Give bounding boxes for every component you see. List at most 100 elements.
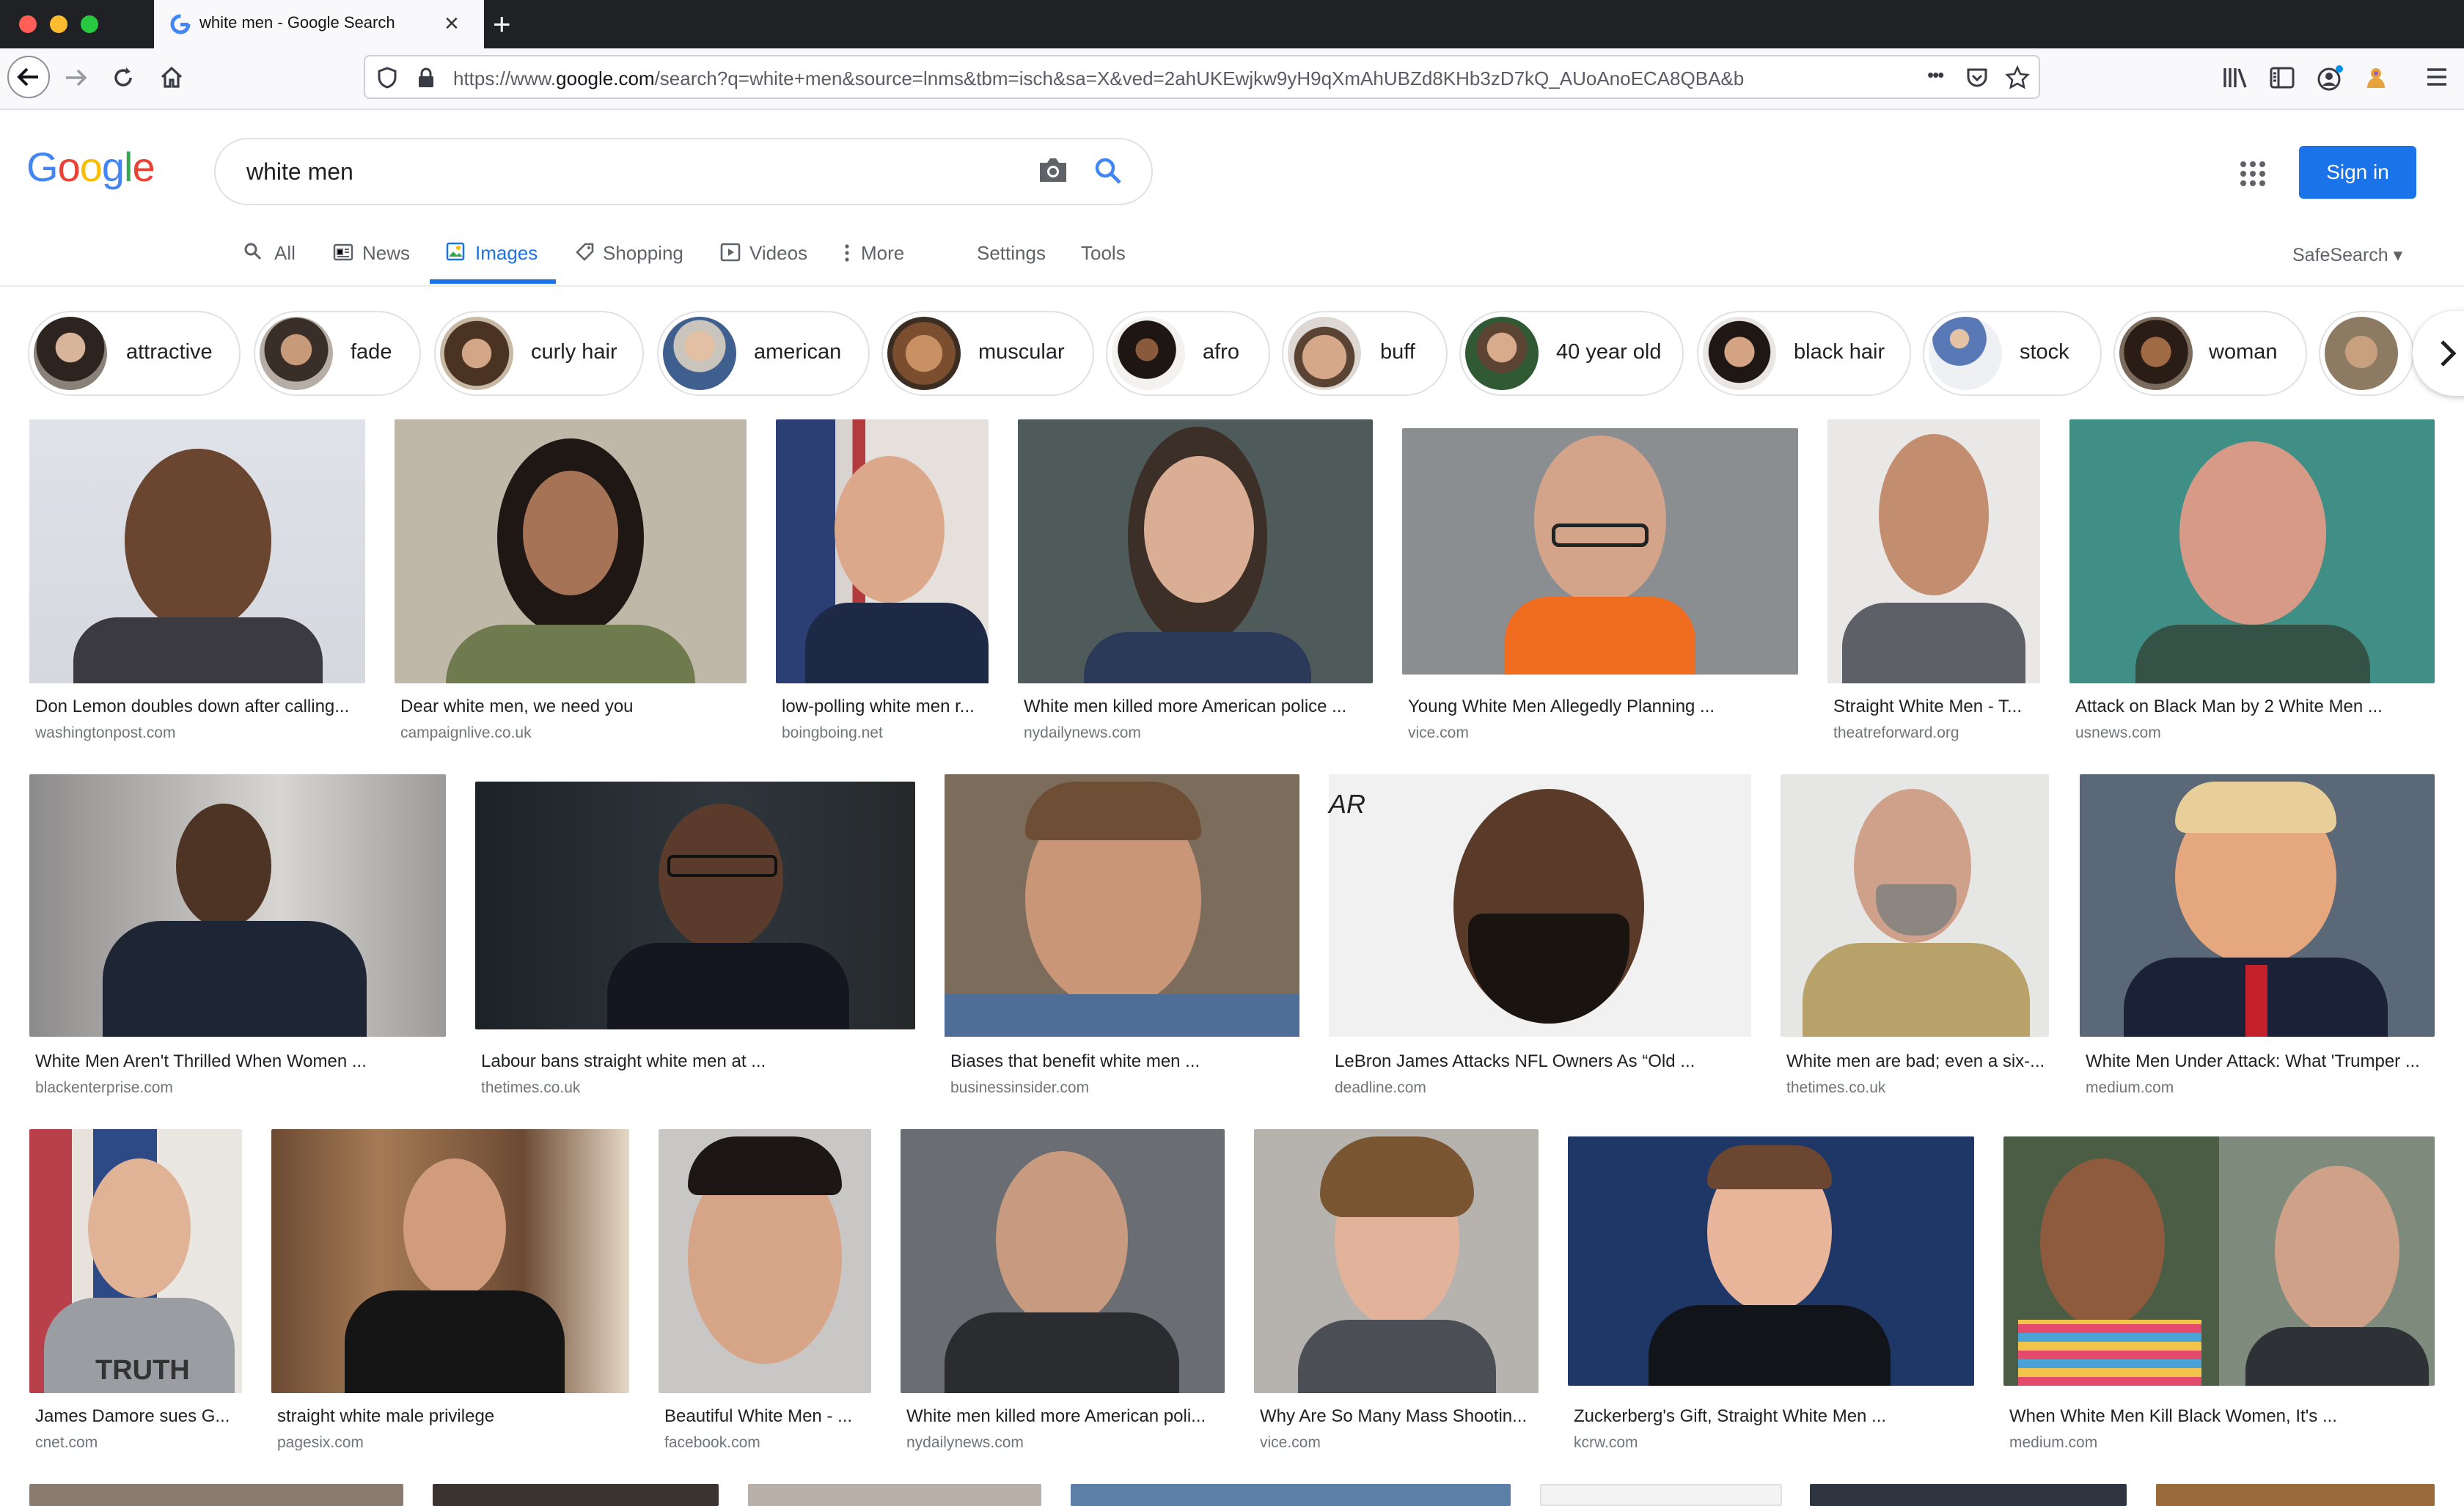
result-image[interactable]	[1071, 1484, 1511, 1506]
result-image[interactable]	[433, 1484, 719, 1506]
home-icon[interactable]	[158, 65, 185, 91]
close-window-button[interactable]	[19, 15, 37, 33]
new-tab-icon[interactable]: +	[493, 6, 511, 43]
chip-stock[interactable]: stock	[1923, 311, 2102, 396]
tab-shopping[interactable]: Shopping	[603, 242, 683, 265]
camera-icon[interactable]	[1037, 155, 1069, 185]
url-text[interactable]: https://www.google.com/search?q=white+me…	[453, 67, 1891, 90]
chip-attractive[interactable]: attractive	[28, 311, 241, 396]
search-query[interactable]: white men	[246, 158, 353, 186]
chip-40-year-old[interactable]: 40 year old	[1459, 311, 1684, 396]
result-caption[interactable]: Dear white men, we need you	[400, 697, 745, 717]
result-caption[interactable]: Don Lemon doubles down after calling...	[35, 697, 365, 717]
result-image[interactable]: TRUTH	[29, 1129, 242, 1393]
chip-fade[interactable]: fade	[254, 311, 421, 396]
settings-link[interactable]: Settings	[977, 242, 1046, 265]
minimize-window-button[interactable]	[50, 15, 67, 33]
chips-next-button[interactable]	[2413, 311, 2464, 396]
tab-more[interactable]: More	[861, 242, 904, 265]
result-image[interactable]	[776, 419, 989, 683]
result-image[interactable]	[1540, 1484, 1782, 1506]
result-image[interactable]	[945, 774, 1299, 1037]
result-caption[interactable]: White men killed more American poli...	[906, 1406, 1222, 1427]
result-caption[interactable]: Beautiful White Men - ...	[664, 1406, 870, 1427]
tools-link[interactable]: Tools	[1081, 242, 1126, 265]
result-caption[interactable]: LeBron James Attacks NFL Owners As “Old …	[1335, 1051, 1745, 1072]
extension-icon[interactable]	[2363, 65, 2389, 91]
google-logo[interactable]: Google	[26, 143, 155, 191]
pocket-icon[interactable]	[1965, 67, 1989, 89]
maximize-window-button[interactable]	[81, 15, 98, 33]
chip-partial[interactable]	[2319, 311, 2414, 396]
result-image[interactable]	[1810, 1484, 2127, 1506]
browser-tab[interactable]: white men - Google Search ×	[154, 0, 484, 48]
result-caption[interactable]: straight white male privilege	[277, 1406, 622, 1427]
account-icon[interactable]	[2316, 63, 2345, 92]
tab-images[interactable]: Images	[475, 242, 538, 265]
result-caption[interactable]: White men are bad; even a six-...	[1786, 1051, 2047, 1072]
back-icon[interactable]	[6, 54, 51, 100]
safesearch-dropdown[interactable]: SafeSearch ▾	[2292, 244, 2402, 266]
result-caption[interactable]: Labour bans straight white men at ...	[481, 1051, 914, 1072]
library-icon[interactable]	[2222, 65, 2248, 90]
chip-american[interactable]: american	[657, 311, 870, 396]
result-caption[interactable]: Straight White Men - T...	[1833, 697, 2039, 717]
page-actions-icon[interactable]: •••	[1927, 64, 1944, 87]
sign-in-button[interactable]: Sign in	[2299, 146, 2416, 199]
chip-thumbnail	[1112, 317, 1185, 390]
search-icon[interactable]	[1093, 155, 1123, 186]
result-image[interactable]	[29, 1484, 403, 1506]
result-caption[interactable]: Biases that benefit white men ...	[950, 1051, 1295, 1072]
result-caption[interactable]: low-polling white men r...	[782, 697, 987, 717]
forward-icon[interactable]	[63, 65, 89, 91]
chip-buff[interactable]: buff	[1282, 311, 1448, 396]
result-image[interactable]	[395, 419, 747, 683]
library-icon[interactable]	[1489, 65, 1515, 90]
result-image[interactable]	[1018, 419, 1373, 683]
result-image[interactable]	[475, 782, 915, 1029]
chip-black-hair[interactable]: black hair	[1697, 311, 1911, 396]
tab-close-icon[interactable]: ×	[444, 7, 459, 40]
result-image[interactable]	[2156, 1484, 2435, 1506]
chip-afro[interactable]: afro	[1106, 311, 1270, 396]
result-image[interactable]	[1402, 428, 1798, 675]
tab-news[interactable]: News	[362, 242, 410, 265]
chip-muscular[interactable]: muscular	[881, 311, 1094, 396]
result-caption[interactable]: When White Men Kill Black Women, It's ..…	[2009, 1406, 2435, 1427]
tracking-shield-icon[interactable]	[377, 67, 397, 89]
tab-all[interactable]: All	[274, 242, 296, 265]
result-image[interactable]	[1827, 419, 2040, 683]
chip-woman[interactable]: woman	[2113, 311, 2307, 396]
menu-icon[interactable]	[2424, 66, 2449, 88]
tab-videos[interactable]: Videos	[749, 242, 807, 265]
result-image[interactable]	[1781, 774, 2049, 1037]
result-caption[interactable]: Why Are So Many Mass Shootin...	[1260, 1406, 1539, 1427]
result-caption[interactable]: White Men Under Attack: What 'Trumper ..…	[2086, 1051, 2435, 1072]
result-caption[interactable]: White Men Aren't Thrilled When Women ...	[35, 1051, 446, 1072]
bookmark-star-icon[interactable]	[2005, 65, 2030, 90]
result-image[interactable]: AR	[1329, 774, 1751, 1037]
lock-icon[interactable]	[417, 67, 436, 89]
result-image[interactable]	[748, 1484, 1041, 1506]
result-caption[interactable]: Zuckerberg's Gift, Straight White Men ..…	[1574, 1406, 1970, 1427]
result-image[interactable]	[29, 774, 446, 1037]
result-caption[interactable]: White men killed more American police ..…	[1024, 697, 1368, 717]
result-image[interactable]	[29, 419, 365, 683]
result-image[interactable]	[2003, 1136, 2435, 1386]
search-input[interactable]: white men	[214, 138, 1153, 205]
result-image[interactable]	[901, 1129, 1225, 1393]
result-image[interactable]	[271, 1129, 629, 1393]
result-image[interactable]	[1254, 1129, 1539, 1393]
result-caption[interactable]: Young White Men Allegedly Planning ...	[1408, 697, 1797, 717]
result-image[interactable]	[2080, 774, 2435, 1037]
chip-curly-hair[interactable]: curly hair	[434, 311, 644, 396]
sidebar-icon[interactable]	[2269, 66, 2295, 89]
result-image[interactable]	[659, 1129, 871, 1393]
apps-grid-icon[interactable]	[2240, 161, 2266, 187]
reload-icon[interactable]	[110, 65, 136, 91]
result-image[interactable]	[1568, 1136, 1974, 1386]
url-bar[interactable]: https://www.google.com/search?q=white+me…	[364, 55, 2040, 99]
result-caption[interactable]: James Damore sues G...	[35, 1406, 241, 1427]
result-image[interactable]	[2069, 419, 2435, 683]
result-caption[interactable]: Attack on Black Man by 2 White Men ...	[2075, 697, 2435, 717]
